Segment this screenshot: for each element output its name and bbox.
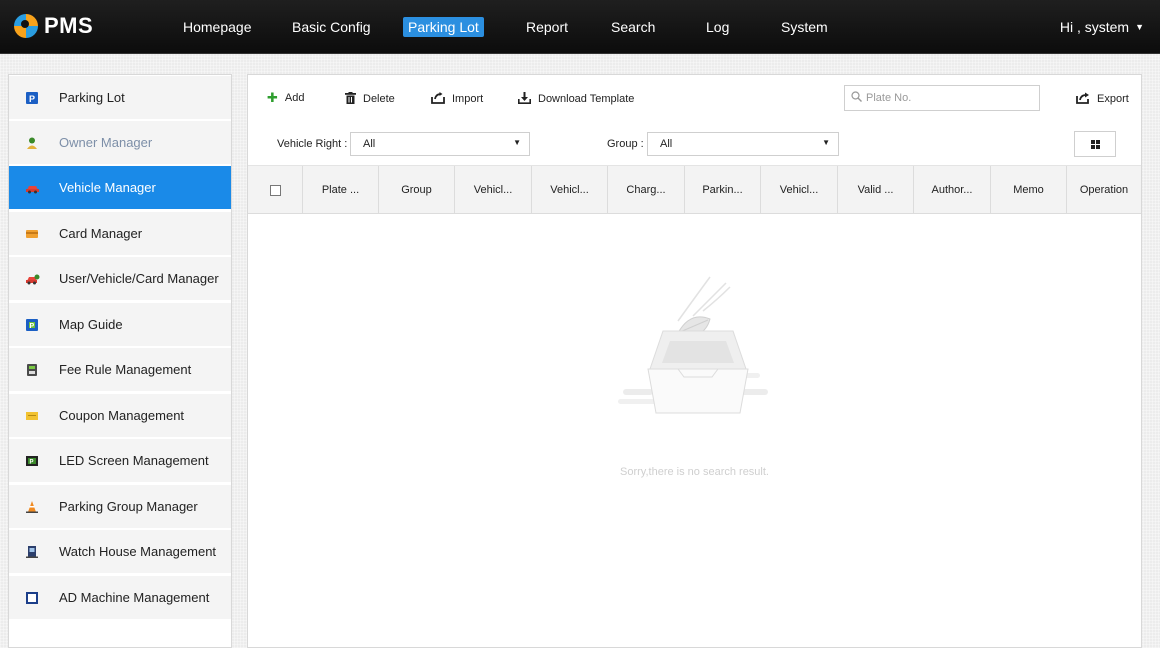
column-header-plate[interactable]: Plate ... (303, 166, 379, 214)
sidebar-item-coupon-management[interactable]: Coupon Management (9, 394, 231, 438)
owner-icon (26, 137, 38, 149)
trash-icon (345, 92, 356, 106)
map-guide-icon: P (26, 318, 38, 331)
sidebar-item-label: Fee Rule Management (59, 362, 192, 377)
add-button[interactable]: ✚ Add (267, 90, 305, 105)
plate-search-box[interactable] (844, 85, 1040, 111)
sidebar-item-label: Watch House Management (59, 544, 217, 559)
parking-icon: P (26, 91, 38, 104)
select-all-cell (248, 166, 303, 214)
led-screen-icon: P (26, 455, 38, 467)
sidebar-item-label: Parking Group Manager (59, 499, 198, 514)
column-header-group[interactable]: Group (379, 166, 455, 214)
table-header: Plate ... Group Vehicl... Vehicl... Char… (248, 165, 1141, 214)
column-header-vehicle-2[interactable]: Vehicl... (532, 166, 608, 214)
sidebar-item-label: User/Vehicle/Card Manager (59, 271, 219, 286)
search-icon (851, 91, 862, 105)
fee-rule-icon (26, 363, 38, 376)
user-vehicle-card-icon (26, 273, 40, 285)
svg-text:P: P (30, 459, 34, 465)
pms-logo-icon (14, 14, 38, 38)
watch-house-icon (26, 545, 38, 558)
import-label: Import (452, 93, 484, 105)
sidebar-item-led-screen-management[interactable]: P LED Screen Management (9, 439, 231, 483)
caret-down-icon: ▼ (1135, 22, 1144, 32)
sidebar-item-owner-manager[interactable]: Owner Manager (9, 121, 231, 165)
group-label: Group : (607, 138, 644, 150)
sidebar-item-label: Coupon Management (59, 408, 185, 423)
ad-machine-icon (26, 591, 38, 604)
download-template-label: Download Template (538, 93, 635, 105)
svg-text:P: P (29, 94, 35, 104)
main-panel: ✚ Add Delete Import Download Template Ex… (247, 74, 1142, 648)
column-header-vehicle-1[interactable]: Vehicl... (455, 166, 532, 214)
nav-item-report[interactable]: Report (521, 17, 573, 37)
nav-item-basic-config[interactable]: Basic Config (287, 17, 376, 37)
delete-label: Delete (363, 93, 395, 105)
sidebar-item-label: Parking Lot (59, 90, 125, 105)
empty-state-message: Sorry,there is no search result. (620, 466, 769, 478)
user-menu[interactable]: Hi , system ▼ (1060, 19, 1144, 35)
column-header-vehicle-3[interactable]: Vehicl... (761, 166, 838, 214)
export-label: Export (1097, 93, 1129, 105)
column-header-valid[interactable]: Valid ... (838, 166, 914, 214)
view-toggle-button[interactable] (1074, 131, 1116, 157)
sidebar-item-vehicle-manager[interactable]: Vehicle Manager (9, 166, 231, 210)
sidebar-item-parking-lot[interactable]: P Parking Lot (9, 76, 231, 120)
vehicle-right-value: All (363, 138, 376, 150)
plus-icon: ✚ (267, 90, 278, 105)
column-header-charge[interactable]: Charg... (608, 166, 685, 214)
download-template-button[interactable]: Download Template (518, 92, 634, 106)
column-header-parking[interactable]: Parkin... (685, 166, 761, 214)
column-header-memo[interactable]: Memo (991, 166, 1067, 214)
sidebar-item-label: Card Manager (59, 226, 143, 241)
vehicle-right-select[interactable]: All ▼ (350, 132, 530, 156)
sidebar-item-label: Vehicle Manager (59, 180, 156, 195)
car-icon (26, 182, 39, 194)
sidebar-item-label: LED Screen Management (59, 453, 209, 468)
sidebar-item-user-vehicle-card-manager[interactable]: User/Vehicle/Card Manager (9, 257, 231, 301)
plate-search-input[interactable] (866, 92, 1026, 104)
chevron-down-icon: ▼ (513, 138, 521, 147)
top-navigation-bar: PMS Homepage Basic Config Parking Lot Re… (0, 0, 1160, 54)
sidebar-item-map-guide[interactable]: P Map Guide (9, 303, 231, 347)
sidebar-item-fee-rule-management[interactable]: Fee Rule Management (9, 348, 231, 392)
nav-item-homepage[interactable]: Homepage (178, 17, 257, 37)
import-button[interactable]: Import (431, 92, 483, 106)
vehicle-right-label: Vehicle Right : (277, 138, 348, 150)
parking-group-icon (26, 500, 38, 513)
column-header-author[interactable]: Author... (914, 166, 991, 214)
sidebar-item-label: Owner Manager (59, 135, 153, 150)
export-icon (1076, 92, 1090, 106)
card-icon (26, 228, 38, 240)
group-select[interactable]: All ▼ (647, 132, 839, 156)
grid-view-icon (1090, 139, 1100, 149)
nav-item-log[interactable]: Log (701, 17, 734, 37)
sidebar: P Parking Lot Owner Manager Vehicle Mana… (8, 74, 232, 648)
logo-text: PMS (44, 13, 94, 38)
column-header-operation[interactable]: Operation (1067, 166, 1141, 214)
import-icon (431, 92, 445, 106)
sidebar-item-ad-machine-management[interactable]: AD Machine Management (9, 576, 231, 620)
add-label: Add (284, 92, 305, 104)
sidebar-item-label: Map Guide (59, 317, 123, 332)
delete-button[interactable]: Delete (345, 92, 395, 106)
group-value: All (660, 138, 673, 150)
chevron-down-icon: ▼ (822, 138, 830, 147)
empty-box-icon (618, 276, 768, 414)
app-logo[interactable]: PMS (14, 12, 93, 40)
sidebar-item-card-manager[interactable]: Card Manager (9, 212, 231, 256)
select-all-checkbox[interactable] (269, 184, 281, 196)
svg-text:P: P (30, 323, 35, 330)
coupon-icon (26, 410, 38, 422)
export-button[interactable]: Export (1076, 92, 1129, 106)
sidebar-item-label: AD Machine Management (59, 590, 210, 605)
nav-item-parking-lot[interactable]: Parking Lot (403, 17, 484, 37)
nav-item-system[interactable]: System (776, 17, 833, 37)
user-greeting: Hi , system (1059, 19, 1130, 35)
nav-item-search[interactable]: Search (606, 17, 660, 37)
sidebar-item-watch-house-management[interactable]: Watch House Management (9, 530, 231, 574)
download-icon (518, 92, 531, 106)
sidebar-item-parking-group-manager[interactable]: Parking Group Manager (9, 485, 231, 529)
